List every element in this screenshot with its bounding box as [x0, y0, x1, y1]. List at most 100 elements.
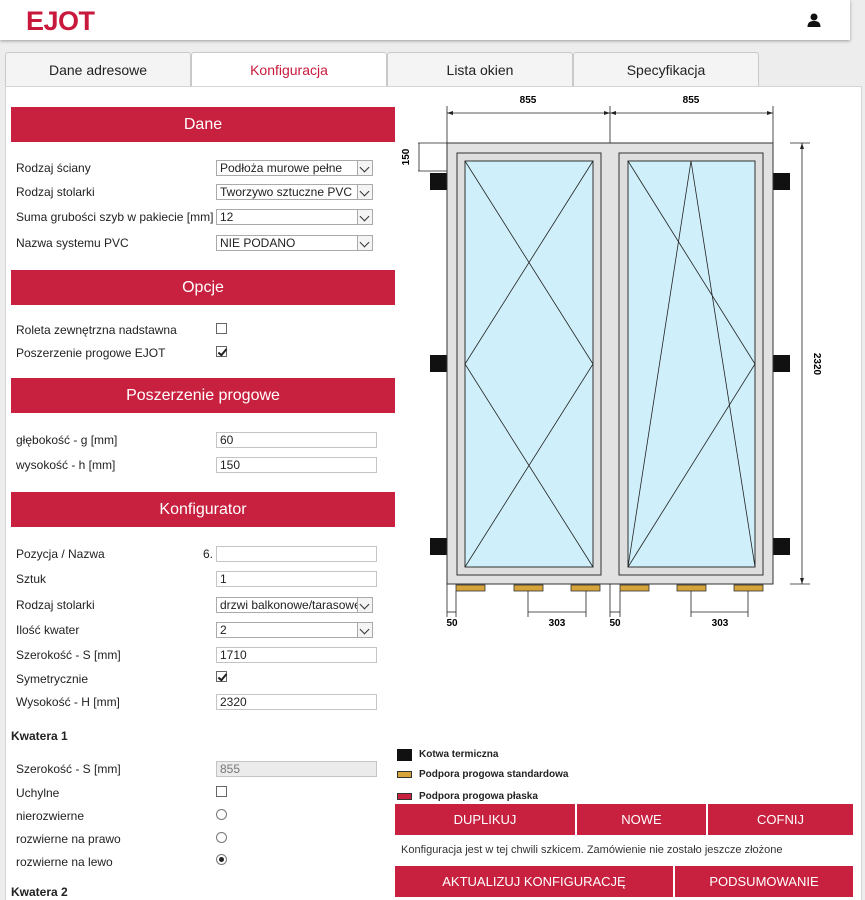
poszerzenie-checkbox[interactable] [216, 346, 227, 357]
nierozwierne-radio[interactable] [216, 809, 227, 820]
tab-specyfikacja[interactable]: Specyfikacja [573, 52, 759, 86]
ilosc-kwater-label: Ilość kwater [16, 623, 80, 637]
nazwa-systemu-label: Nazwa systemu PVC [16, 236, 129, 250]
sztuk-input[interactable]: 1 [216, 571, 377, 587]
support-2 [513, 584, 544, 592]
legend-swatch-standard [397, 771, 412, 778]
dim-top-right: 855 [683, 95, 700, 106]
rodzaj-sciany-select[interactable]: Podłoża murowe pełne [216, 160, 373, 176]
ejot-logo[interactable]: EJOT [26, 6, 95, 37]
chevron-down-icon [357, 210, 372, 224]
support-3 [570, 584, 601, 592]
dim-top-left: 855 [520, 95, 537, 106]
wysokosc-h-label: wysokość - h [mm] [16, 458, 116, 472]
symetrycznie-checkbox[interactable] [216, 671, 227, 682]
chevron-down-icon [357, 623, 372, 637]
ilosc-kwater-value: 2 [220, 623, 227, 637]
dim-bottom-c: 50 [609, 618, 621, 629]
szerokosc-input[interactable]: 1710 [216, 647, 377, 663]
legend-standard: Podpora progowa standardowa [419, 769, 569, 780]
anchor-left-top [430, 173, 447, 190]
dim-bottom-d: 303 [712, 618, 729, 629]
pozycja-input[interactable] [216, 546, 377, 562]
duplikuj-button[interactable]: DUPLIKUJ [395, 804, 575, 835]
section-header-opcje: Opcje [11, 270, 395, 305]
anchor-right-bottom [773, 538, 790, 555]
rozwierne-lewo-label: rozwierne na lewo [16, 855, 113, 869]
support-6 [733, 584, 764, 592]
ilosc-kwater-select[interactable]: 2 [216, 622, 373, 638]
sztuk-label: Sztuk [16, 572, 47, 586]
rozwierne-lewo-radio[interactable] [216, 854, 227, 865]
nazwa-systemu-select[interactable]: NIE PODANO [216, 235, 373, 251]
window-drawing: 855 855 150 2320 50 303 50 303 [401, 95, 822, 629]
tab-lista-okien[interactable]: Lista okien [387, 52, 573, 86]
nowe-button[interactable]: NOWE [577, 804, 706, 835]
podsumowanie-button[interactable]: PODSUMOWANIE [675, 866, 853, 897]
chevron-down-icon [357, 161, 372, 175]
chevron-down-icon [357, 185, 372, 199]
top-dimension: 855 855 [446, 95, 774, 148]
szerokosc-label: Szerokość - S [mm] [16, 648, 121, 662]
top-bar: EJOT [0, 0, 850, 40]
dim-bottom-a: 50 [446, 618, 458, 629]
section-header-poszerzenie: Poszerzenie progowe [11, 378, 395, 413]
nazwa-systemu-value: NIE PODANO [220, 236, 296, 250]
chevron-down-icon [357, 236, 372, 250]
rodzaj-stolarki-select[interactable]: Tworzywo sztuczne PVC [216, 184, 373, 200]
suma-grubosci-value: 12 [220, 210, 234, 224]
wysokosc-input[interactable]: 2320 [216, 694, 377, 710]
legend-kotwa: Kotwa termiczna [419, 749, 499, 760]
support-4 [619, 584, 650, 592]
section-header-konfigurator: Konfigurator [11, 492, 395, 527]
kwatera-1-szerokosc-label: Szerokość - S [mm] [16, 762, 121, 776]
symetrycznie-label: Symetrycznie [16, 672, 89, 686]
anchor-right-mid [773, 355, 790, 372]
support-5 [676, 584, 707, 592]
legend-plaska: Podpora progowa płaska [419, 791, 538, 802]
pozycja-label: Pozycja / Nazwa [16, 547, 105, 561]
pozycja-prefix: 6. [203, 547, 214, 561]
kwatera-1-title: Kwatera 1 [11, 729, 68, 743]
glebokosc-label: głębokość - g [mm] [16, 433, 118, 447]
dim-bottom-b: 303 [549, 618, 566, 629]
anchor-left-mid [430, 355, 447, 372]
rodzaj-stolarki-label: Rodzaj stolarki [16, 185, 95, 199]
rodzaj-stolarki-k-label: Rodzaj stolarki [16, 598, 95, 612]
uchylne-checkbox[interactable] [216, 786, 227, 797]
anchor-left-bottom [430, 538, 447, 555]
left-dimension: 150 [401, 142, 447, 172]
suma-grubosci-select[interactable]: 12 [216, 209, 373, 225]
uchylne-label: Uchylne [16, 786, 60, 800]
glebokosc-input[interactable]: 60 [216, 432, 377, 448]
rodzaj-sciany-label: Rodzaj ściany [16, 161, 91, 175]
tab-konfiguracja[interactable]: Konfiguracja [191, 52, 387, 87]
support-1 [455, 584, 486, 592]
roleta-checkbox[interactable] [216, 323, 227, 334]
right-dimension: 2320 [790, 142, 822, 585]
kwatera-1-szerokosc-input[interactable]: 855 [216, 761, 377, 777]
status-message: Konfiguracja jest w tej chwili szkicem. … [401, 844, 783, 856]
cofnij-button[interactable]: COFNIJ [708, 804, 853, 835]
poszerzenie-option-label: Poszerzenie progowe EJOT [16, 346, 166, 360]
rozwierne-prawo-label: rozwierne na prawo [16, 832, 121, 846]
rozwierne-prawo-radio[interactable] [216, 832, 227, 843]
kwatera-2-title: Kwatera 2 [11, 885, 68, 899]
rodzaj-stolarki-value: Tworzywo sztuczne PVC [220, 185, 353, 199]
rodzaj-stolarki-k-select[interactable]: drzwi balkonowe/tarasowe z [216, 597, 373, 613]
rodzaj-stolarki-k-value: drzwi balkonowe/tarasowe z [220, 598, 371, 612]
rodzaj-sciany-value: Podłoża murowe pełne [220, 161, 343, 175]
roleta-label: Roleta zewnętrzna nadstawna [16, 323, 177, 337]
suma-grubosci-label: Suma grubości szyb w pakiecie [mm] [16, 210, 214, 224]
wysokosc-h-input[interactable]: 150 [216, 457, 377, 473]
anchor-right-top [773, 173, 790, 190]
user-icon[interactable] [806, 12, 822, 28]
wysokosc-label: Wysokość - H [mm] [16, 695, 120, 709]
dim-left: 150 [401, 148, 412, 165]
tab-dane-adresowe[interactable]: Dane adresowe [5, 52, 191, 86]
aktualizuj-button[interactable]: AKTUALIZUJ KONFIGURACJĘ [395, 866, 673, 897]
chevron-down-icon [357, 598, 372, 612]
left-glass [464, 160, 594, 568]
legend-swatch-plaska [397, 793, 412, 800]
legend-swatch-kotwa [397, 749, 412, 761]
